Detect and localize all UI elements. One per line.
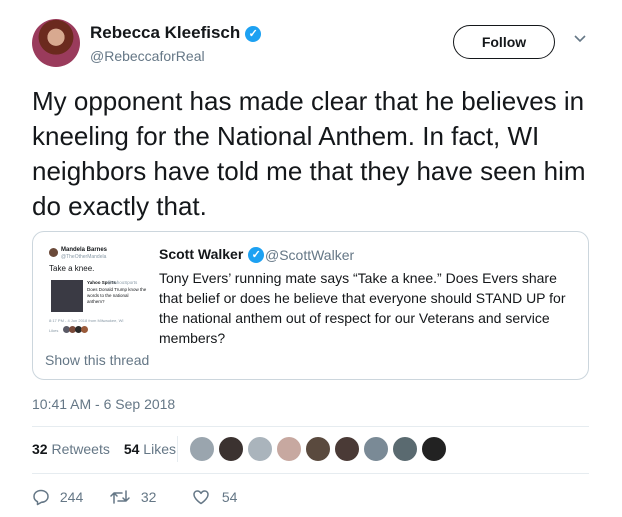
reply-count: 244 bbox=[59, 489, 84, 505]
avatar[interactable] bbox=[32, 19, 80, 67]
author-handle[interactable]: @RebeccaforReal bbox=[90, 48, 205, 64]
retweet-action[interactable]: 32 bbox=[109, 488, 156, 506]
thumbnail-embedded-handle: @YahooSports bbox=[107, 280, 138, 285]
chevron-down-icon[interactable] bbox=[573, 31, 587, 49]
thumbnail-meta: 8:17 PM - 4 Jun 2018 from Milwaukee, WI bbox=[49, 318, 124, 323]
like-action[interactable]: 54 bbox=[192, 488, 237, 506]
liker-avatar[interactable] bbox=[392, 436, 418, 462]
retweet-icon bbox=[110, 490, 130, 504]
thumbnail-embedded-text: Does Donald Trump know the words to the … bbox=[87, 287, 147, 304]
likes-stat[interactable]: 54 Likes bbox=[124, 441, 176, 457]
verified-badge-icon: ✓ bbox=[245, 26, 262, 42]
thumbnail-text: Take a knee. bbox=[49, 264, 95, 273]
quoted-tweet-text: Tony Evers’ running mate says “Take a kn… bbox=[159, 270, 566, 346]
retweet-count: 32 bbox=[140, 489, 157, 505]
quoted-author-handle[interactable]: @ScottWalker bbox=[265, 247, 354, 263]
thumbnail-liker bbox=[81, 326, 88, 333]
thumbnail-handle: @TheOtherMandela bbox=[61, 254, 107, 260]
stats-separator bbox=[177, 436, 178, 462]
thumbnail-name: Mandela Barnes bbox=[61, 247, 108, 253]
retweets-label: Retweets bbox=[51, 441, 110, 457]
liker-avatar[interactable] bbox=[305, 436, 331, 462]
liker-avatar[interactable] bbox=[276, 436, 302, 462]
liker-avatar[interactable] bbox=[218, 436, 244, 462]
quoted-author-name-text[interactable]: Scott Walker bbox=[159, 246, 243, 262]
quoted-author-name[interactable]: Scott Walker ✓ bbox=[159, 246, 265, 263]
like-count: 54 bbox=[221, 489, 238, 505]
divider bbox=[32, 426, 589, 427]
liker-avatar[interactable] bbox=[247, 436, 273, 462]
divider bbox=[32, 473, 589, 474]
heart-icon bbox=[193, 490, 209, 505]
tweet-header: Rebecca Kleefisch ✓ @RebeccaforReal Follo… bbox=[32, 19, 592, 69]
thumbnail-likes-label: Likes bbox=[49, 328, 59, 333]
liker-avatar[interactable] bbox=[334, 436, 360, 462]
follow-button[interactable]: Follow bbox=[453, 25, 555, 59]
likes-count: 54 bbox=[123, 441, 140, 457]
quoted-tweet[interactable]: Mandela Barnes @TheOtherMandela Take a k… bbox=[32, 231, 589, 380]
reply-action[interactable]: 244 bbox=[32, 488, 83, 506]
retweets-stat[interactable]: 32 Retweets bbox=[32, 441, 110, 457]
thumbnail-avatar bbox=[49, 248, 58, 257]
author-name[interactable]: Rebecca Kleefisch bbox=[90, 23, 240, 42]
retweets-count: 32 bbox=[32, 441, 48, 457]
tweet-stats: 32 Retweets 54 Likes bbox=[32, 441, 176, 457]
show-thread-link[interactable]: Show this thread bbox=[45, 352, 149, 368]
author-name-row[interactable]: Rebecca Kleefisch ✓ bbox=[90, 23, 262, 43]
likes-label: Likes bbox=[143, 441, 176, 457]
verified-badge-icon: ✓ bbox=[248, 247, 265, 263]
liker-avatar[interactable] bbox=[421, 436, 447, 462]
tweet-text: My opponent has made clear that he belie… bbox=[32, 86, 586, 221]
thumbnail-embedded-image bbox=[51, 280, 83, 312]
tweet-timestamp[interactable]: 10:41 AM - 6 Sep 2018 bbox=[32, 396, 175, 412]
quoted-tweet-thumbnail[interactable]: Mandela Barnes @TheOtherMandela Take a k… bbox=[45, 244, 153, 342]
liker-avatar[interactable] bbox=[363, 436, 389, 462]
reply-icon bbox=[33, 489, 49, 506]
liker-avatar[interactable] bbox=[189, 436, 215, 462]
